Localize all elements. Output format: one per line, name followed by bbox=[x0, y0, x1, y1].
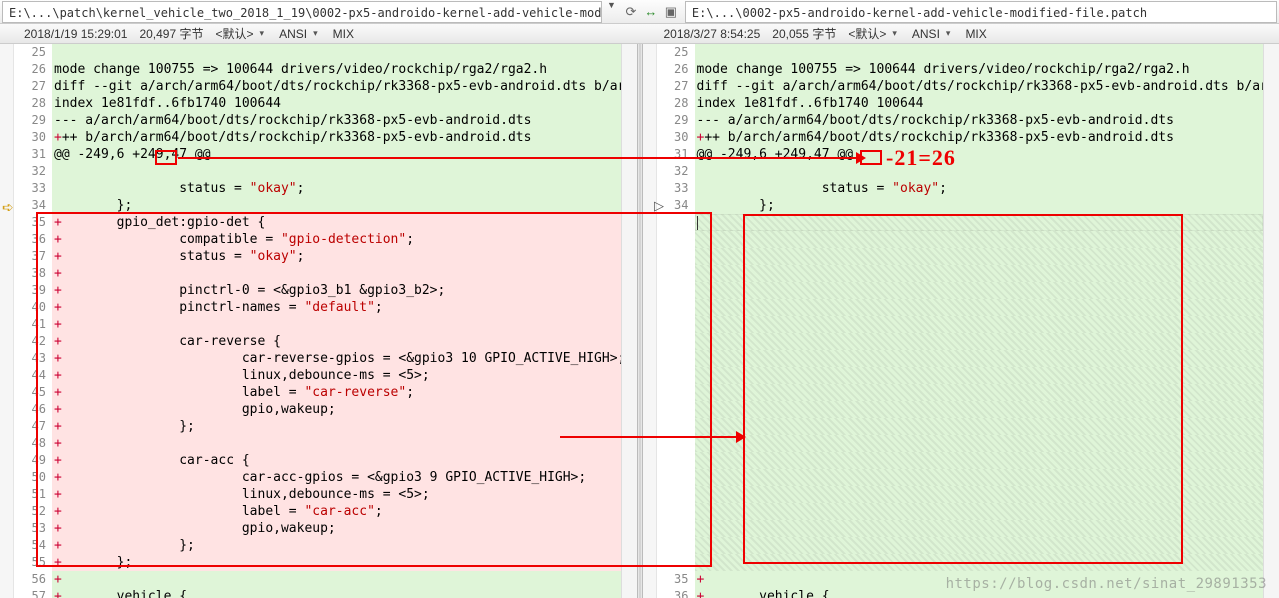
code-line[interactable]: 33 status = "okay"; bbox=[14, 180, 621, 197]
left-date: 2018/1/19 15:29:01 bbox=[24, 27, 127, 41]
right-code-area[interactable]: 2526mode change 100755 => 100644 drivers… bbox=[657, 44, 1264, 598]
missing-line bbox=[657, 401, 1264, 418]
code-line[interactable]: 28index 1e81fdf..6fb1740 100644 bbox=[14, 95, 621, 112]
code-line[interactable]: 40+ pinctrl-names = "default"; bbox=[14, 299, 621, 316]
right-crlf-dropdown[interactable]: MIX bbox=[965, 27, 986, 41]
missing-line bbox=[657, 299, 1264, 316]
code-line[interactable]: 30+++ b/arch/arm64/boot/dts/rockchip/rk3… bbox=[657, 129, 1264, 146]
code-line[interactable]: 35+ gpio_det:gpio-det { bbox=[14, 214, 621, 231]
left-scrollbar[interactable] bbox=[621, 44, 637, 598]
code-line[interactable]: 34 }; bbox=[14, 197, 621, 214]
code-line[interactable]: 26mode change 100755 => 100644 drivers/v… bbox=[657, 61, 1264, 78]
code-line[interactable]: 27diff --git a/arch/arm64/boot/dts/rockc… bbox=[14, 78, 621, 95]
code-line[interactable]: 51+ linux,debounce-ms = <5>; bbox=[14, 486, 621, 503]
code-line[interactable]: 31@@ -249,6 +249,47 @@ bbox=[657, 146, 1264, 163]
code-line[interactable]: 28index 1e81fdf..6fb1740 100644 bbox=[657, 95, 1264, 112]
code-line[interactable]: 34 }; bbox=[657, 197, 1264, 214]
info-bar: 2018/1/19 15:29:01 20,497 字节 <默认>▾ ANSI▾… bbox=[0, 24, 1279, 44]
code-line[interactable]: 27diff --git a/arch/arm64/boot/dts/rockc… bbox=[657, 78, 1264, 95]
code-line[interactable]: 30+++ b/arch/arm64/boot/dts/rockchip/rk3… bbox=[14, 129, 621, 146]
code-line[interactable]: 44+ linux,debounce-ms = <5>; bbox=[14, 367, 621, 384]
code-line[interactable]: 32 bbox=[657, 163, 1264, 180]
dropdown-icon[interactable]: ▼ bbox=[604, 0, 619, 23]
missing-line bbox=[657, 248, 1264, 265]
left-default-dropdown[interactable]: <默认>▾ bbox=[216, 25, 268, 42]
diff-panes: 2526mode change 100755 => 100644 drivers… bbox=[0, 44, 1279, 598]
code-line[interactable]: 57+ vehicle { bbox=[14, 588, 621, 598]
left-unit: 字节 bbox=[179, 27, 203, 41]
code-line[interactable]: 52+ label = "car-acc"; bbox=[14, 503, 621, 520]
code-line[interactable]: 25 bbox=[14, 44, 621, 61]
code-line[interactable]: 53+ gpio,wakeup; bbox=[14, 520, 621, 537]
missing-line bbox=[657, 265, 1264, 282]
sync-icon[interactable]: ↔ bbox=[643, 4, 659, 20]
code-line[interactable]: 50+ car-acc-gpios = <&gpio3 9 GPIO_ACTIV… bbox=[14, 469, 621, 486]
code-line[interactable]: 29--- a/arch/arm64/boot/dts/rockchip/rk3… bbox=[657, 112, 1264, 129]
missing-line bbox=[657, 384, 1264, 401]
left-crlf-dropdown[interactable]: MIX bbox=[333, 27, 354, 41]
code-line[interactable]: 37+ status = "okay"; bbox=[14, 248, 621, 265]
left-encoding-dropdown[interactable]: ANSI▾ bbox=[279, 27, 321, 41]
code-line[interactable]: 56+ bbox=[14, 571, 621, 588]
code-line[interactable]: 26mode change 100755 => 100644 drivers/v… bbox=[14, 61, 621, 78]
left-fold-gutter[interactable] bbox=[0, 44, 14, 598]
missing-line bbox=[657, 537, 1264, 554]
left-code-area[interactable]: 2526mode change 100755 => 100644 drivers… bbox=[14, 44, 621, 598]
code-line[interactable]: 46+ gpio,wakeup; bbox=[14, 401, 621, 418]
missing-line bbox=[657, 231, 1264, 248]
code-line[interactable]: 48+ bbox=[14, 435, 621, 452]
current-line-marker-right: ▷ bbox=[654, 198, 664, 214]
save-icon[interactable]: ▣ bbox=[663, 4, 679, 20]
code-line[interactable]: 49+ car-acc { bbox=[14, 452, 621, 469]
missing-line bbox=[657, 282, 1264, 299]
code-line[interactable]: 42+ car-reverse { bbox=[14, 333, 621, 350]
right-file-path[interactable]: E:\...\0002-px5-androido-kernel-add-vehi… bbox=[685, 1, 1277, 23]
watermark: https://blog.csdn.net/sinat_29891353 bbox=[946, 576, 1267, 592]
refresh-icon[interactable]: ⟳ bbox=[623, 4, 639, 20]
missing-line bbox=[657, 486, 1264, 503]
toolbar-icons: ⟳ ↔ ▣ bbox=[619, 0, 683, 23]
missing-line bbox=[657, 214, 1264, 231]
right-scrollbar[interactable] bbox=[1263, 44, 1279, 598]
missing-line bbox=[657, 452, 1264, 469]
code-line[interactable]: 45+ label = "car-reverse"; bbox=[14, 384, 621, 401]
missing-line bbox=[657, 503, 1264, 520]
missing-line bbox=[657, 469, 1264, 486]
right-encoding-dropdown[interactable]: ANSI▾ bbox=[912, 27, 954, 41]
right-info: 2018/3/27 8:54:25 20,055 字节 <默认>▾ ANSI▾ … bbox=[640, 24, 1279, 43]
code-line[interactable]: 54+ }; bbox=[14, 537, 621, 554]
missing-line bbox=[657, 333, 1264, 350]
missing-line bbox=[657, 435, 1264, 452]
right-pane: 2526mode change 100755 => 100644 drivers… bbox=[643, 44, 1279, 598]
code-line[interactable]: 41+ bbox=[14, 316, 621, 333]
missing-line bbox=[657, 554, 1264, 571]
code-line[interactable]: 25 bbox=[657, 44, 1264, 61]
right-default-dropdown[interactable]: <默认>▾ bbox=[848, 25, 900, 42]
missing-line bbox=[657, 520, 1264, 537]
toolbar: E:\...\patch\kernel_vehicle_two_2018_1_1… bbox=[0, 0, 1279, 24]
missing-line bbox=[657, 418, 1264, 435]
left-file-path[interactable]: E:\...\patch\kernel_vehicle_two_2018_1_1… bbox=[2, 1, 602, 23]
code-line[interactable]: 38+ bbox=[14, 265, 621, 282]
missing-line bbox=[657, 350, 1264, 367]
right-fold-gutter[interactable] bbox=[643, 44, 657, 598]
right-size: 20,055 bbox=[772, 27, 809, 41]
left-size: 20,497 bbox=[139, 27, 176, 41]
code-line[interactable]: 29--- a/arch/arm64/boot/dts/rockchip/rk3… bbox=[14, 112, 621, 129]
code-line[interactable]: 47+ }; bbox=[14, 418, 621, 435]
right-unit: 字节 bbox=[812, 27, 836, 41]
missing-line bbox=[657, 316, 1264, 333]
missing-line bbox=[657, 367, 1264, 384]
code-line[interactable]: 32 bbox=[14, 163, 621, 180]
left-pane: 2526mode change 100755 => 100644 drivers… bbox=[0, 44, 637, 598]
code-line[interactable]: 31@@ -249,6 +249,47 @@ bbox=[14, 146, 621, 163]
code-line[interactable]: 39+ pinctrl-0 = <&gpio3_b1 &gpio3_b2>; bbox=[14, 282, 621, 299]
code-line[interactable]: 43+ car-reverse-gpios = <&gpio3 10 GPIO_… bbox=[14, 350, 621, 367]
code-line[interactable]: 55+ }; bbox=[14, 554, 621, 571]
code-line[interactable]: 33 status = "okay"; bbox=[657, 180, 1264, 197]
current-line-marker-left: ➪ bbox=[2, 199, 14, 216]
left-info: 2018/1/19 15:29:01 20,497 字节 <默认>▾ ANSI▾… bbox=[0, 24, 640, 43]
code-line[interactable]: 36+ compatible = "gpio-detection"; bbox=[14, 231, 621, 248]
right-date: 2018/3/27 8:54:25 bbox=[664, 27, 761, 41]
